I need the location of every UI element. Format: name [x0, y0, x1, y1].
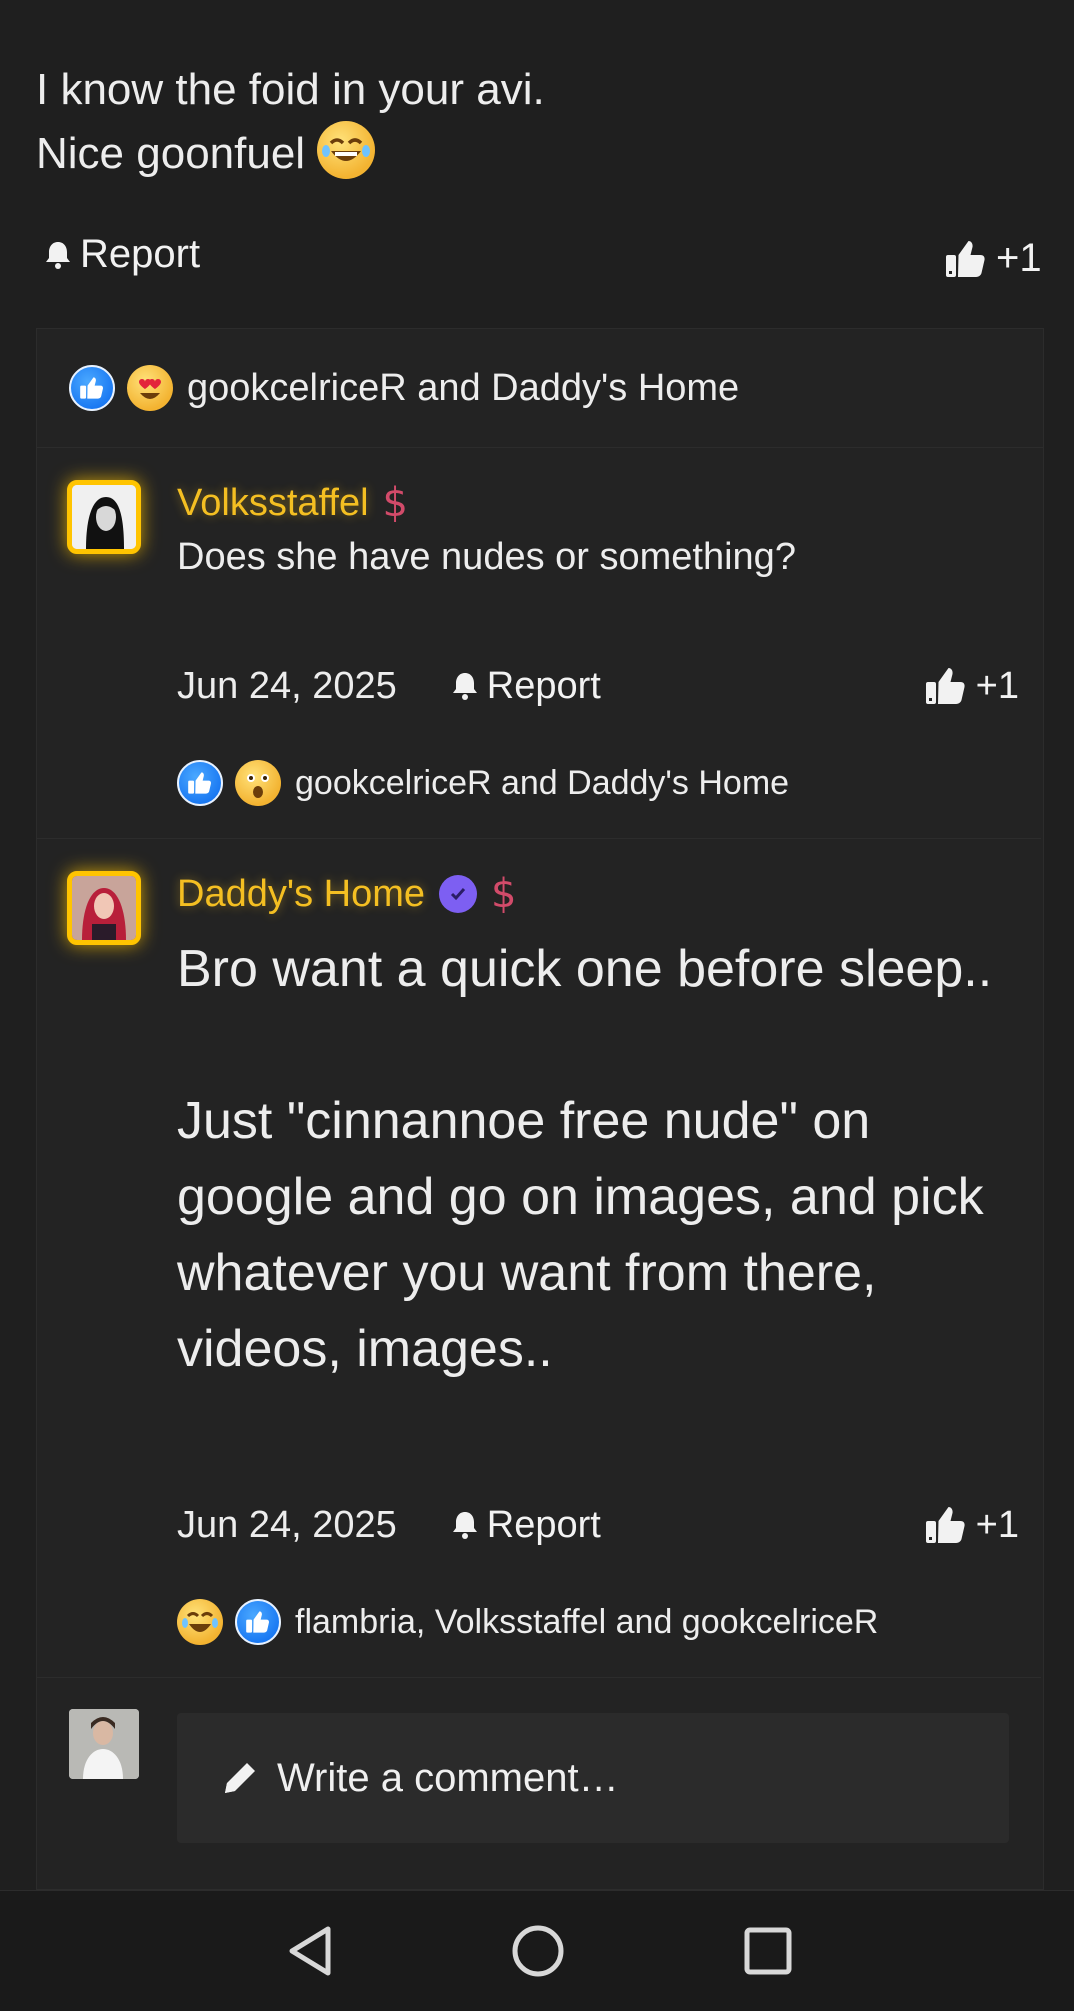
- thread-reactions[interactable]: gookcelriceR and Daddy's Home: [37, 329, 1043, 448]
- author-name: Daddy's Home: [177, 872, 426, 915]
- system-navigation-bar: [0, 1890, 1074, 2011]
- comment-author[interactable]: Volksstaffel $: [177, 480, 408, 526]
- current-user-avatar[interactable]: [69, 1709, 139, 1779]
- back-button[interactable]: [280, 1921, 340, 1981]
- comment-text-paragraph1: Bro want a quick one before sleep..: [177, 940, 993, 998]
- like-reaction-icon: [69, 365, 115, 411]
- comment-input[interactable]: Write a comment…: [177, 1713, 1009, 1843]
- home-icon: [512, 1925, 564, 1977]
- post-text-line1: I know the foid in your avi.: [36, 65, 545, 114]
- comment-report-label: Report: [486, 1503, 601, 1546]
- dollar-icon: $: [491, 871, 517, 917]
- comment-volksstaffel: Volksstaffel $ Does she have nudes or so…: [37, 448, 1041, 839]
- dollar-icon: $: [382, 480, 408, 526]
- comment-reactions[interactable]: gookcelriceR and Daddy's Home: [177, 760, 789, 806]
- comment-report-button[interactable]: Report: [451, 1504, 601, 1547]
- like-reaction-icon: [235, 1599, 281, 1645]
- comment-like-count: +1: [975, 664, 1019, 707]
- comment-composer: Write a comment…: [37, 1679, 1041, 1875]
- bell-icon: [46, 241, 70, 269]
- comment-reaction-names: flambria, Volksstaffel and gookcelriceR: [295, 1602, 879, 1641]
- comment-like-button[interactable]: +1: [924, 1503, 1019, 1547]
- post-text-line2: Nice goonfuel: [36, 129, 306, 178]
- pencil-icon: [225, 1763, 255, 1793]
- astonished-reaction-icon: [235, 760, 281, 806]
- back-icon: [289, 1926, 331, 1976]
- comment-date: Jun 24, 2025: [177, 664, 397, 707]
- post-report-button[interactable]: Report: [44, 232, 200, 277]
- comment-reaction-names: gookcelriceR and Daddy's Home: [295, 763, 790, 802]
- comment-thread: gookcelriceR and Daddy's Home Volksstaff…: [36, 328, 1044, 1890]
- comment-input-placeholder: Write a comment…: [277, 1755, 619, 1800]
- bell-icon: [452, 673, 477, 700]
- crying-laughing-reaction-icon: [177, 1599, 223, 1645]
- post-text-line2-row: Nice goonfuel: [36, 121, 545, 186]
- comment-meta: Jun 24, 2025 Report +1: [177, 1503, 1019, 1547]
- avatar[interactable]: [67, 480, 141, 554]
- avatar[interactable]: [67, 871, 141, 945]
- comment-reactions[interactable]: flambria, Volksstaffel and gookcelriceR: [177, 1599, 878, 1645]
- comment-report-label: Report: [486, 664, 601, 707]
- author-name: Volksstaffel: [177, 481, 369, 524]
- post-text: I know the foid in your avi. Nice goonfu…: [36, 58, 545, 186]
- home-button[interactable]: [508, 1921, 568, 1981]
- comment-meta: Jun 24, 2025 Report +1: [177, 664, 1019, 708]
- comment-report-button[interactable]: Report: [451, 665, 601, 708]
- thumbs-up-icon: [946, 240, 985, 277]
- comment-like-count: +1: [975, 1503, 1019, 1546]
- verified-badge-icon: [439, 875, 478, 913]
- comment-text: Does she have nudes or something?: [177, 536, 796, 578]
- comment-author[interactable]: Daddy's Home $: [177, 871, 516, 917]
- comment-text: Bro want a quick one before sleep.. Just…: [177, 931, 997, 1387]
- thread-reaction-names: gookcelriceR and Daddy's Home: [187, 366, 740, 409]
- post-report-label: Report: [80, 232, 201, 276]
- thumbs-up-icon: [925, 668, 965, 704]
- laughing-emoji-icon: [317, 121, 376, 180]
- recents-button[interactable]: [738, 1921, 798, 1981]
- comment-daddys-home: Daddy's Home $ Bro want a quick one befo…: [37, 839, 1041, 1678]
- comment-text-paragraph2: Just "cinnannoe free nude" on google and…: [177, 1092, 984, 1378]
- recents-icon: [744, 1927, 792, 1975]
- post-like-button[interactable]: +1: [944, 236, 1042, 281]
- thumbs-up-icon: [925, 1507, 965, 1543]
- comment-like-button[interactable]: +1: [924, 664, 1019, 708]
- heart-eyes-reaction-icon: [127, 365, 173, 411]
- post-like-count: +1: [996, 236, 1042, 280]
- comment-date: Jun 24, 2025: [177, 1503, 397, 1546]
- bell-icon: [452, 1512, 477, 1539]
- like-reaction-icon: [177, 760, 223, 806]
